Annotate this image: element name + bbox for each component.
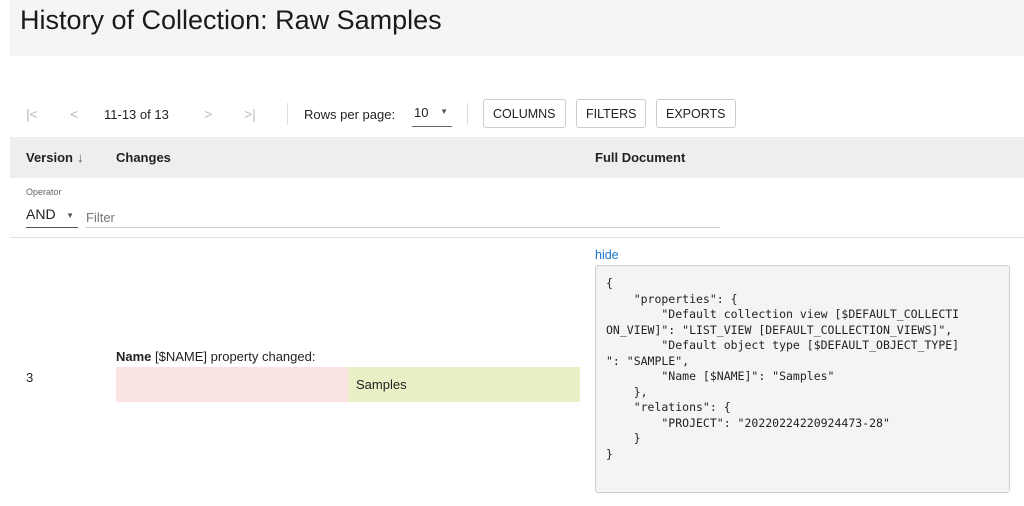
- table-header: Version ↓ Changes Full Document: [10, 137, 1024, 178]
- hide-document-link[interactable]: hide: [595, 248, 619, 262]
- operator-value: AND: [26, 206, 56, 222]
- change-description: Name [$NAME] property changed:: [116, 349, 315, 364]
- title-bar: History of Collection: Raw Samples: [10, 0, 1024, 56]
- operator-label: Operator: [26, 187, 62, 197]
- table-row: 3 Name [$NAME] property changed: Samples…: [10, 238, 1024, 506]
- rows-per-page-select[interactable]: 10 ▼: [412, 101, 452, 127]
- new-value: Samples: [348, 367, 580, 402]
- old-value: [116, 367, 348, 402]
- change-text: [$NAME] property changed:: [151, 349, 316, 364]
- page-title: History of Collection: Raw Samples: [20, 5, 442, 35]
- next-page-icon[interactable]: >: [204, 106, 212, 122]
- exports-button[interactable]: EXPORTS: [656, 99, 736, 128]
- version-cell: 3: [26, 370, 34, 385]
- arrow-down-icon[interactable]: ↓: [77, 150, 84, 165]
- prev-page-icon[interactable]: <: [70, 106, 78, 122]
- column-header-changes[interactable]: Changes: [116, 150, 171, 165]
- filters-button[interactable]: FILTERS: [576, 99, 647, 128]
- rows-per-page-value: 10: [414, 105, 429, 120]
- page-range: 11-13 of 13: [104, 107, 169, 122]
- toolbar-divider: [467, 103, 468, 125]
- chevron-down-icon: ▼: [66, 211, 74, 220]
- value-diff: Samples: [116, 367, 580, 402]
- changed-property-name: Name: [116, 349, 152, 364]
- first-page-icon[interactable]: |<: [26, 106, 38, 122]
- chevron-down-icon: ▼: [440, 107, 448, 116]
- column-header-full-document[interactable]: Full Document: [595, 150, 685, 165]
- toolbar-divider: [287, 103, 288, 125]
- filter-input[interactable]: [86, 203, 720, 228]
- columns-button[interactable]: COLUMNS: [483, 99, 566, 128]
- full-document-json: { "properties": { "Default collection vi…: [595, 265, 1010, 493]
- operator-select[interactable]: AND ▼: [26, 203, 78, 228]
- column-header-version-label: Version: [26, 150, 73, 165]
- rows-per-page-label: Rows per page:: [304, 107, 396, 122]
- column-header-version[interactable]: Version ↓: [26, 150, 83, 165]
- grid-toolbar: |< < 11-13 of 13 > >| Rows per page: 10 …: [0, 95, 1024, 133]
- filter-row: Operator AND ▼: [10, 178, 1024, 238]
- last-page-icon[interactable]: >|: [244, 106, 256, 122]
- json-text: { "properties": { "Default collection vi…: [606, 276, 960, 461]
